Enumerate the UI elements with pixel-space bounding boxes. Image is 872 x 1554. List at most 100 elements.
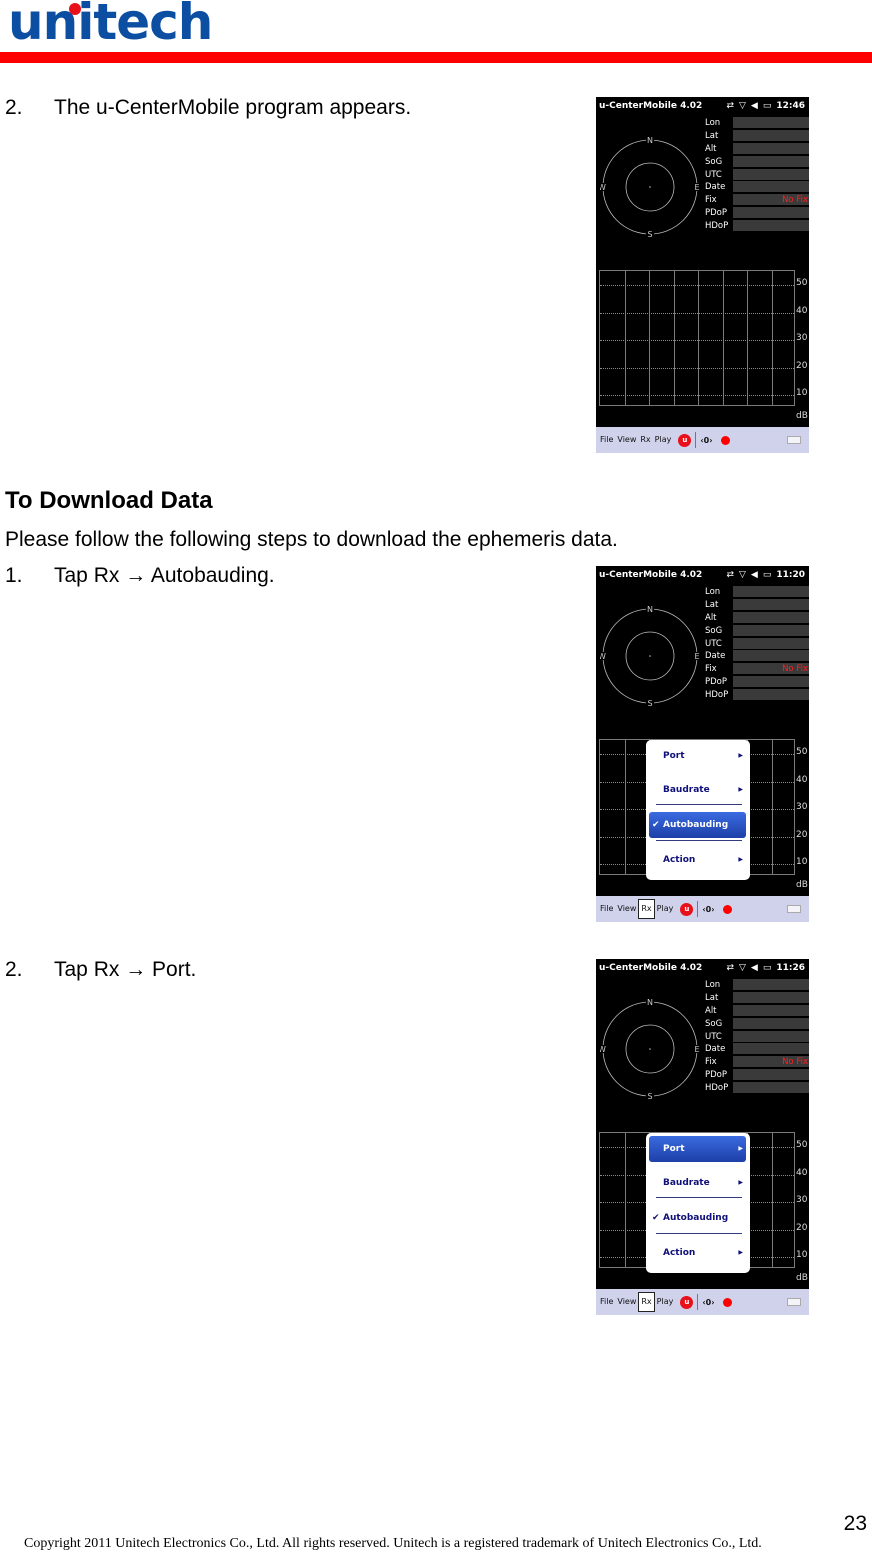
menu-file[interactable]: File [598, 431, 615, 449]
volume-icon: ◀ [750, 963, 758, 973]
field-value [733, 1043, 809, 1056]
menu-view[interactable]: View [615, 1293, 638, 1311]
popup-item-action[interactable]: Action ▶ [649, 847, 746, 873]
db-tick-label: 10 [796, 388, 808, 398]
ublox-logo-icon[interactable]: u [680, 1295, 694, 1309]
field-row-date: Date [705, 650, 809, 663]
connection-icon[interactable]: ‹0› [700, 436, 712, 445]
field-row-pdop: PDoP [705, 675, 809, 689]
keyboard-icon[interactable] [787, 1298, 801, 1306]
field-row-lat: Lat [705, 992, 809, 1005]
db-tick-label: 40 [796, 305, 808, 316]
rx-popup-menu: Port ▶ Baudrate ▶ ✔ Autobauding Action ▶ [646, 1133, 750, 1273]
field-value [733, 130, 809, 143]
battery-icon: ▭ [762, 570, 772, 580]
field-value [733, 624, 809, 637]
field-row-hdop: HDoP [705, 688, 809, 701]
popup-item-baudrate[interactable]: Baudrate ▶ [649, 1170, 746, 1196]
clock: 11:26 [776, 963, 805, 973]
device-title-bar: u-CenterMobile 4.02 ⇄ ▽ ◀ ▭ 11:20 [596, 566, 809, 584]
field-label: Fix [705, 1057, 717, 1068]
popup-item-label: Baudrate [663, 785, 710, 795]
grid-vline [722, 271, 724, 405]
record-icon[interactable] [722, 904, 732, 914]
popup-item-action[interactable]: Action ▶ [649, 1240, 746, 1266]
logo-dot [69, 3, 81, 15]
menu-play[interactable]: Play [653, 431, 674, 449]
field-row-lat: Lat [705, 599, 809, 612]
compass-e: E [694, 183, 699, 192]
db-tick-label: 10 [796, 1250, 808, 1260]
field-row-alt: Alt [705, 142, 809, 156]
popup-item-baudrate[interactable]: Baudrate ▶ [649, 777, 746, 803]
compass-w: W [600, 183, 606, 192]
field-value: No Fix [733, 663, 809, 676]
connection-icon[interactable]: ‹0› [702, 905, 714, 914]
clock: 12:46 [776, 101, 805, 111]
popup-separator [656, 804, 742, 805]
signal-icon: ▽ [738, 963, 746, 973]
menu-rx[interactable]: Rx [638, 899, 655, 919]
menu-file[interactable]: File [598, 1293, 615, 1311]
grid-vline [624, 271, 626, 405]
checkmark-icon: ✔ [652, 820, 660, 830]
app-title: u-CenterMobile 4.02 [599, 963, 703, 973]
header-red-bar [0, 52, 872, 63]
menu-separator [697, 901, 699, 917]
device-screenshot-1: u-CenterMobile 4.02 ⇄ ▽ ◀ ▭ 12:46 N S E … [596, 97, 809, 453]
compass-s: S [647, 230, 652, 237]
center-dot [649, 655, 651, 657]
record-icon[interactable] [722, 1297, 732, 1307]
field-value [733, 142, 809, 155]
menu-rx[interactable]: Rx [638, 431, 652, 449]
db-tick-label: 40 [796, 1167, 808, 1178]
field-label: PDoP [705, 207, 727, 218]
field-label: UTC [705, 169, 722, 180]
db-tick-label: 50 [796, 278, 808, 288]
field-value [733, 206, 809, 219]
field-row-hdop: HDoP [705, 219, 809, 232]
clock: 11:20 [776, 570, 805, 580]
menu-separator [695, 432, 697, 448]
field-row-date: Date [705, 1043, 809, 1056]
menu-rx[interactable]: Rx [638, 1292, 655, 1312]
grid-hline [600, 340, 794, 341]
menu-view[interactable]: View [615, 431, 638, 449]
field-value [733, 168, 809, 181]
popup-separator [656, 1197, 742, 1198]
keyboard-icon[interactable] [787, 436, 801, 444]
popup-item-label: Port [663, 751, 685, 761]
popup-item-port[interactable]: Port ▶ [649, 743, 746, 769]
step-text: Tap Rx → Port. [54, 958, 197, 981]
field-label: HDoP [705, 1082, 729, 1093]
field-label: SoG [705, 156, 723, 167]
ublox-logo-icon[interactable]: u [678, 433, 692, 447]
battery-icon: ▭ [762, 101, 772, 111]
battery-icon: ▭ [762, 963, 772, 973]
compass-n: N [647, 137, 653, 145]
menu-view[interactable]: View [615, 900, 638, 918]
step-number: 2. [5, 96, 23, 119]
db-tick-label: 30 [796, 333, 808, 343]
submenu-arrow-icon: ▶ [738, 1145, 743, 1152]
field-row-hdop: HDoP [705, 1081, 809, 1094]
popup-separator [656, 840, 742, 841]
sky-view-compass: N S E W [600, 999, 700, 1099]
menu-file[interactable]: File [598, 900, 615, 918]
ublox-logo-icon[interactable]: u [680, 902, 694, 916]
field-label: Alt [705, 143, 717, 154]
field-value [733, 1081, 809, 1094]
compass-s: S [647, 699, 652, 706]
connection-icon[interactable]: ‹0› [702, 1298, 714, 1307]
keyboard-icon[interactable] [787, 905, 801, 913]
record-icon[interactable] [720, 435, 730, 445]
menu-play[interactable]: Play [655, 1293, 676, 1311]
signal-icon: ▽ [738, 101, 746, 111]
popup-item-port[interactable]: Port ▶ [649, 1136, 746, 1162]
popup-item-autobauding[interactable]: ✔ Autobauding [649, 812, 746, 838]
field-value [733, 155, 809, 168]
popup-item-label: Action [663, 855, 696, 865]
menu-play[interactable]: Play [655, 900, 676, 918]
popup-item-autobauding[interactable]: ✔ Autobauding [649, 1205, 746, 1231]
submenu-arrow-icon: ▶ [738, 856, 743, 863]
